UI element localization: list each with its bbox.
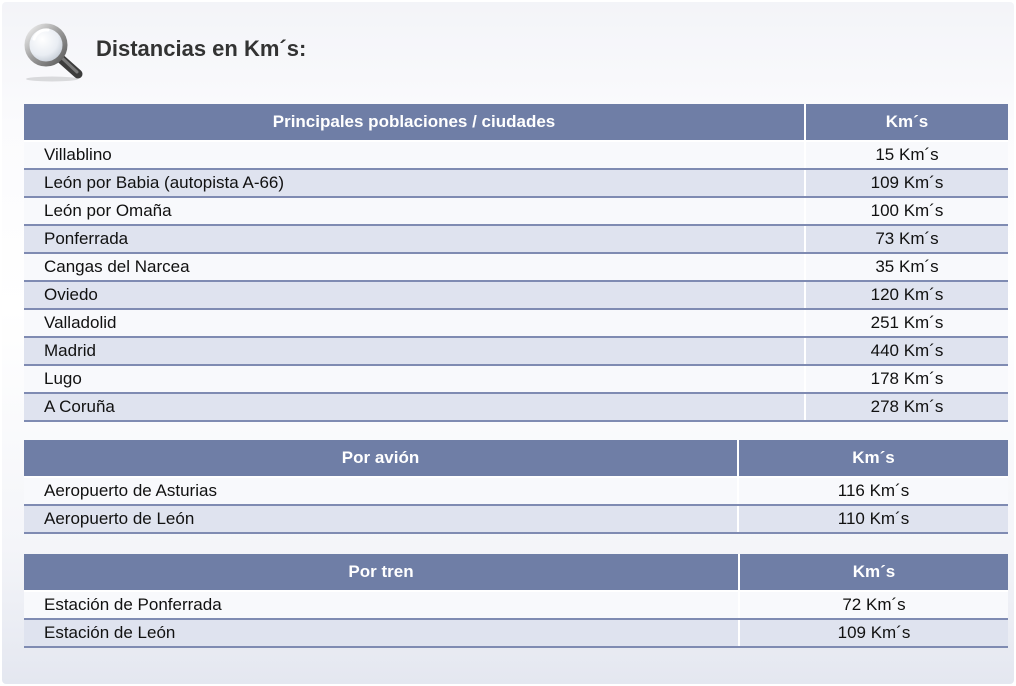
km-cell: 110 Km´s — [737, 505, 1008, 534]
table-row: Ponferrada 73 Km´s — [24, 225, 1008, 254]
table-header-row: Por tren Km´s — [24, 554, 1008, 592]
table-row: Aeropuerto de León 110 Km´s — [24, 505, 1008, 534]
km-cell: 120 Km´s — [804, 281, 1008, 310]
column-header-place: Por avión — [24, 440, 738, 478]
table-row: Estación de Ponferrada 72 Km´s — [24, 591, 1008, 620]
km-cell: 109 Km´s — [804, 169, 1008, 198]
table-header-row: Principales poblaciones / ciudades Km´s — [24, 104, 1008, 142]
magnifier-icon — [24, 23, 83, 82]
km-cell: 251 Km´s — [804, 309, 1008, 338]
km-cell: 100 Km´s — [804, 197, 1008, 226]
place-cell: León por Omaña — [24, 197, 805, 226]
table-row: Cangas del Narcea 35 Km´s — [24, 253, 1008, 282]
km-cell: 116 Km´s — [737, 477, 1008, 506]
place-cell: León por Babia (autopista A-66) — [24, 169, 805, 198]
place-cell: Oviedo — [24, 281, 805, 310]
km-cell: 15 Km´s — [804, 141, 1008, 170]
km-cell: 73 Km´s — [804, 225, 1008, 254]
column-header-place: Principales poblaciones / ciudades — [24, 104, 805, 142]
train-distance-table: Por tren Km´s Estación de Ponferrada 72 … — [24, 554, 1008, 648]
table-row: León por Omaña 100 Km´s — [24, 197, 1008, 226]
page-title: Distancias en Km´s: — [96, 36, 307, 61]
table-row: Valladolid 251 Km´s — [24, 309, 1008, 338]
table-row: León por Babia (autopista A-66) 109 Km´s — [24, 169, 1008, 198]
column-header-km: Km´s — [737, 440, 1008, 478]
place-cell: Aeropuerto de León — [24, 505, 738, 534]
table-row: Aeropuerto de Asturias 116 Km´s — [24, 477, 1008, 506]
plane-distance-table: Por avión Km´s Aeropuerto de Asturias 11… — [24, 440, 1008, 534]
table-row: Villablino 15 Km´s — [24, 141, 1008, 170]
place-cell: Valladolid — [24, 309, 805, 338]
km-cell: 178 Km´s — [804, 365, 1008, 394]
place-cell: Lugo — [24, 365, 805, 394]
place-cell: Madrid — [24, 337, 805, 366]
km-cell: 278 Km´s — [804, 393, 1008, 422]
table-header-row: Por avión Km´s — [24, 440, 1008, 478]
cities-distance-table: Principales poblaciones / ciudades Km´s … — [24, 104, 1008, 422]
place-cell: Villablino — [24, 141, 805, 170]
table-row: Lugo 178 Km´s — [24, 365, 1008, 394]
distances-panel: Distancias en Km´s: Principales poblacio… — [2, 2, 1014, 684]
column-header-km: Km´s — [804, 104, 1008, 142]
table-row: A Coruña 278 Km´s — [24, 393, 1008, 422]
table-row: Estación de León 109 Km´s — [24, 619, 1008, 648]
table-row: Madrid 440 Km´s — [24, 337, 1008, 366]
column-header-place: Por tren — [24, 554, 739, 592]
column-header-km: Km´s — [738, 554, 1008, 592]
place-cell: Estación de León — [24, 619, 739, 648]
place-cell: Estación de Ponferrada — [24, 591, 739, 620]
km-cell: 440 Km´s — [804, 337, 1008, 366]
place-cell: A Coruña — [24, 393, 805, 422]
km-cell: 109 Km´s — [738, 619, 1008, 648]
place-cell: Aeropuerto de Asturias — [24, 477, 738, 506]
km-cell: 72 Km´s — [738, 591, 1008, 620]
place-cell: Ponferrada — [24, 225, 805, 254]
table-row: Oviedo 120 Km´s — [24, 281, 1008, 310]
km-cell: 35 Km´s — [804, 253, 1008, 282]
place-cell: Cangas del Narcea — [24, 253, 805, 282]
